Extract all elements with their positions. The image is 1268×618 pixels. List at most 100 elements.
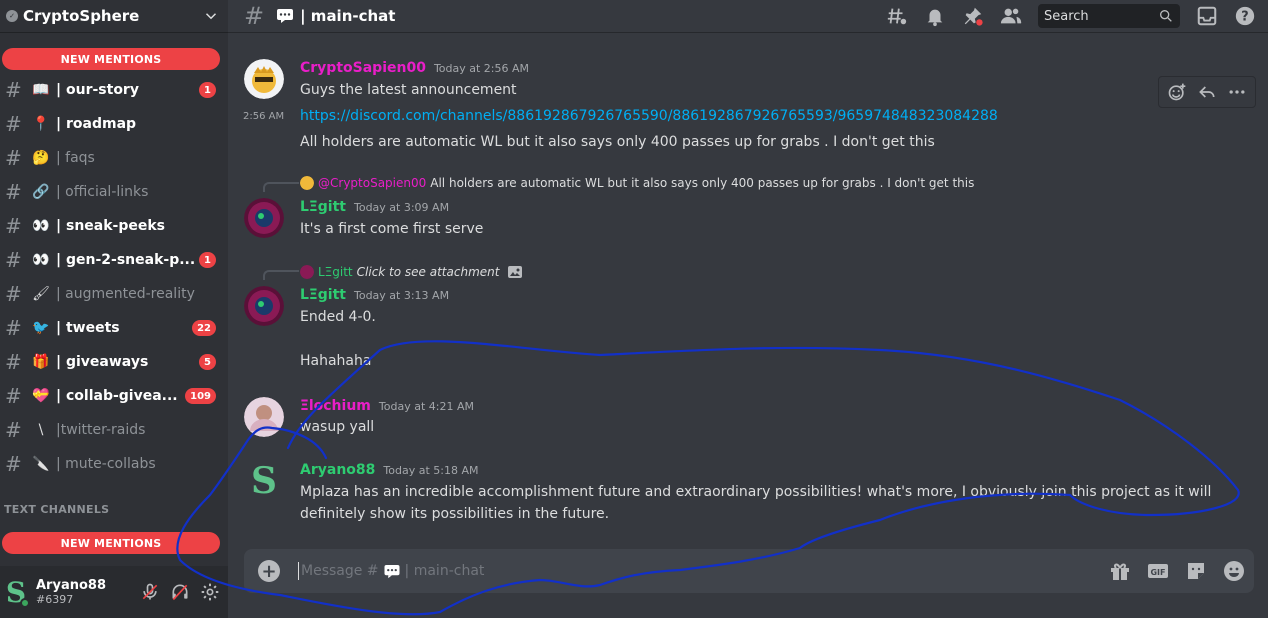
channel-label: | roadmap [56,116,137,132]
message-input[interactable]: Message # | main-chat [301,563,1108,579]
speech-balloon-icon [384,564,400,578]
channel-label: | giveaways [56,354,149,370]
notification-bell-icon[interactable] [924,5,946,27]
placeholder-prefix: Message # [301,563,379,579]
channel-list: # 📖 | our-story 1 # 📍 | roadmap # 🤔 | faqs # 🔗 | off… [0,73,228,481]
channel-emoji-icon: 👀 [32,252,50,268]
text-channel-hash-icon: # [244,2,265,30]
channel-emoji-icon: 🔗 [32,184,50,200]
settings-gear-icon[interactable] [200,582,220,602]
more-options-icon[interactable] [1227,82,1247,102]
sidebar-channel-item[interactable]: # 🤔 | faqs [0,141,228,175]
channel-emoji-icon: 🤔 [32,150,50,166]
search-input[interactable]: Search [1038,4,1180,28]
reply-author[interactable]: LΞgitt [318,265,353,279]
channel-header: # | main-chat Search ? [228,0,1268,33]
mute-microphone-icon[interactable] [140,582,160,602]
verified-server-icon: ✓ [6,10,18,22]
text-channel-hash-icon: # [5,282,22,306]
deafen-headphones-icon[interactable] [170,582,190,602]
channel-title: | main-chat [300,7,396,25]
reply-preview[interactable]: LΞgitt Click to see attachment [300,264,523,280]
avatar[interactable]: S [0,576,32,609]
message-timestamp: Today at 2:56 AM [433,62,530,75]
message-timestamp: Today at 4:21 AM [378,400,474,413]
text-channel-hash-icon: # [5,146,22,170]
message-link[interactable]: https://discord.com/channels/88619286792… [300,105,998,127]
sidebar-channel-item[interactable]: # \ |twitter-raids [0,413,228,447]
message-text: All holders are automatic WL but it also… [300,134,935,150]
threads-icon[interactable] [886,5,908,27]
new-mentions-top-button[interactable]: NEW MENTIONS [2,48,220,70]
sticker-icon[interactable] [1184,559,1208,583]
sidebar-channel-item[interactable]: # 👀 | sneak-peeks [0,209,228,243]
message-timestamp: Today at 3:09 AM [353,201,450,214]
emoji-icon[interactable] [1222,559,1246,583]
text-channel-hash-icon: # [5,112,22,136]
reply-preview[interactable]: @CryptoSapien00 All holders are automati… [300,176,974,190]
gift-icon[interactable] [1108,559,1132,583]
reply-author[interactable]: @CryptoSapien00 [318,176,426,190]
channel-label: | tweets [56,320,120,336]
text-channel-hash-icon: # [5,418,22,442]
pinned-messages-icon[interactable] [962,5,984,27]
text-channel-hash-icon: # [5,452,22,476]
message-text: wasup yall [300,419,375,435]
text-channel-hash-icon: # [5,78,22,102]
channel-emoji-icon: \ [38,422,44,438]
new-mentions-bottom-button[interactable]: NEW MENTIONS [2,532,220,554]
message-author[interactable]: Ξlochium [300,398,371,414]
upload-plus-icon[interactable]: + [258,560,280,582]
server-header[interactable]: ✓ CryptoSphere [0,0,228,33]
mention-count-badge: 1 [199,82,216,98]
sidebar-channel-item[interactable]: # 🔪 | mute-collabs [0,447,228,481]
reply-icon[interactable] [1197,82,1217,102]
reply-connector [263,182,299,192]
message-composer[interactable]: + Message # | main-chat GIF [244,549,1254,593]
sidebar-channel-item[interactable]: # 🔗 | official-links [0,175,228,209]
sidebar-channel-item[interactable]: # 💝 | collab-givea... 109 [0,379,228,413]
add-reaction-icon[interactable] [1167,82,1187,102]
reply-avatar [300,265,314,279]
mention-count-badge: 1 [199,252,216,268]
message-author[interactable]: Aryano88 [300,462,375,478]
hover-timestamp: 2:56 AM [243,111,285,122]
member-list-icon[interactable] [1000,5,1022,27]
mention-count-badge: 109 [185,388,216,404]
avatar[interactable] [244,286,284,326]
sidebar-channel-item[interactable]: # 📍 | roadmap [0,107,228,141]
avatar[interactable] [244,397,284,437]
channel-sidebar: ✓ CryptoSphere NEW MENTIONS # 📖 | our-stor… [0,0,228,618]
svg-text:GIF: GIF [1150,568,1165,577]
chevron-down-icon[interactable] [202,7,220,25]
channel-label: | faqs [56,150,95,166]
channel-emoji-icon: 🎁 [32,354,50,370]
speech-balloon-icon [277,9,294,23]
sidebar-channel-item[interactable]: # 📖 | our-story 1 [0,73,228,107]
user-panel: S Aryano88 #6397 [0,566,228,618]
avatar[interactable] [244,198,284,238]
help-icon[interactable]: ? [1234,5,1256,27]
text-channels-category[interactable]: TEXT CHANNELS [4,503,109,516]
avatar[interactable]: S [244,460,284,502]
message-author[interactable]: LΞgitt [300,287,346,303]
sidebar-channel-item[interactable]: # 🖌 | augmented-reality [0,277,228,311]
reply-text: All holders are automatic WL but it also… [430,176,975,190]
message-text: Guys the latest announcement [300,82,517,98]
message-author[interactable]: LΞgitt [300,199,346,215]
inbox-icon[interactable] [1196,5,1218,27]
message-author[interactable]: CryptoSapien00 [300,60,426,76]
text-channel-hash-icon: # [5,350,22,374]
sidebar-channel-item[interactable]: # 👀 | gen-2-sneak-p... 1 [0,243,228,277]
channel-emoji-icon: 📖 [32,82,50,98]
avatar[interactable] [244,59,284,99]
sidebar-channel-item[interactable]: # 🎁 | giveaways 5 [0,345,228,379]
text-channel-hash-icon: # [5,248,22,272]
image-attachment-icon [508,266,523,278]
message-text: definitely show its possibilities in the… [300,506,610,522]
search-icon [1160,10,1172,22]
sidebar-channel-item[interactable]: # 🐦 | tweets 22 [0,311,228,345]
message-text: Hahahaha [300,353,372,369]
reply-text: Click to see attachment [356,265,500,279]
gif-icon[interactable]: GIF [1146,559,1170,583]
